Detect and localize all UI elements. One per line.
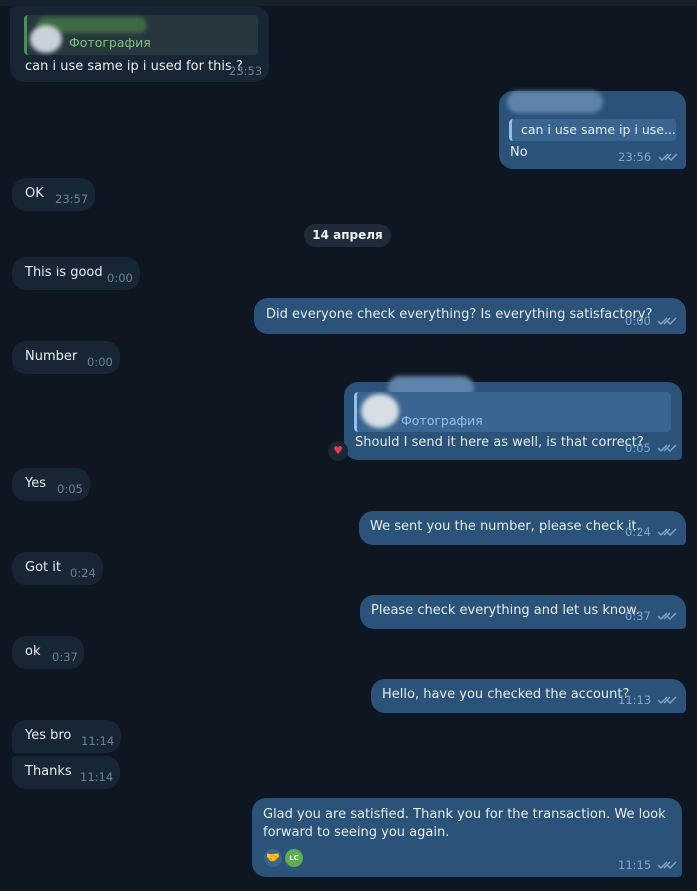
message-incoming[interactable]: Thanks 11:14 (12, 756, 120, 789)
message-outgoing[interactable]: We sent you the number, please check it.… (359, 511, 686, 545)
message-time: 0:37 (52, 650, 78, 664)
message-incoming[interactable]: Фотография can i use same ip i used for … (10, 6, 269, 82)
read-checkmarks-icon (657, 612, 677, 620)
message-time: 11:15 (618, 858, 652, 872)
message-outgoing[interactable]: Фотография Should I send it here as well… (344, 376, 682, 460)
message-text: Hello, have you checked the account? (382, 687, 630, 702)
message-text: Got it (25, 560, 61, 575)
message-outgoing[interactable]: Hello, have you checked the account? 11:… (371, 679, 686, 713)
message-text: can i use same ip i used for this ? (25, 59, 243, 74)
read-checkmarks-icon (657, 696, 677, 704)
message-time: 0:05 (57, 482, 83, 496)
message-time: 0:05 (625, 441, 651, 455)
message-text: Yes (25, 476, 46, 491)
message-text: We sent you the number, please check it. (370, 519, 641, 534)
message-text: Did everyone check everything? Is everyt… (266, 307, 653, 322)
read-checkmarks-icon (657, 528, 677, 536)
message-text: ok (25, 644, 41, 659)
photo-thumbnail (361, 394, 399, 428)
heart-reaction-icon[interactable]: ♥ (328, 441, 348, 461)
reply-preview[interactable]: can i use same ip i use... (509, 119, 676, 141)
message-time: 23:56 (618, 150, 652, 164)
reply-label: Фотография (401, 413, 483, 428)
read-checkmarks-icon (658, 153, 678, 161)
message-text: No (510, 145, 528, 160)
message-outgoing[interactable]: Glad you are satisfied. Thank you for th… (252, 798, 682, 877)
reply-preview[interactable]: Фотография (24, 15, 258, 55)
message-incoming[interactable]: This is good 0:00 (12, 257, 140, 290)
blurred-sender-name (507, 91, 603, 113)
date-separator: 14 апреля (304, 224, 391, 247)
message-text: Please check everything and let us know. (371, 603, 640, 618)
message-text: Thanks (25, 764, 72, 779)
read-checkmarks-icon (657, 861, 677, 869)
message-time: 11:14 (80, 770, 114, 784)
message-time: 0:00 (87, 355, 113, 369)
reply-text: can i use same ip i use... (521, 122, 676, 137)
reply-label: Фотография (69, 35, 151, 50)
message-text-line-1: Glad you are satisfied. Thank you for th… (263, 807, 666, 822)
message-time: 0:37 (625, 609, 651, 623)
message-text: Yes bro (25, 728, 72, 743)
message-incoming[interactable]: Got it 0:24 (12, 552, 103, 585)
message-time: 0:24 (70, 566, 96, 580)
message-incoming[interactable]: OK 23:57 (12, 178, 95, 211)
message-incoming[interactable]: Yes bro 11:14 (12, 720, 121, 753)
message-time: 11:13 (618, 693, 652, 707)
message-incoming[interactable]: ok 0:37 (12, 636, 84, 669)
photo-thumbnail (30, 25, 62, 53)
read-checkmarks-icon (657, 317, 677, 325)
message-time: 11:14 (81, 734, 115, 748)
message-time: 0:00 (625, 314, 651, 328)
message-text: Number (25, 349, 78, 364)
message-text: Should I send it here as well, is that c… (355, 435, 644, 450)
message-outgoing[interactable]: Did everyone check everything? Is everyt… (254, 298, 686, 334)
message-text: OK (25, 186, 44, 201)
message-time: 0:24 (625, 525, 651, 539)
message-time: 23:53 (229, 64, 263, 78)
message-text: This is good (25, 265, 103, 280)
reaction-avatar[interactable]: LC (285, 849, 303, 867)
handshake-reaction-icon[interactable]: 🤝 (264, 849, 282, 867)
message-text-line-2: forward to seeing you again. (263, 825, 450, 840)
message-outgoing[interactable]: can i use same ip i use... No 23:56 (499, 91, 686, 169)
message-incoming[interactable]: Number 0:00 (12, 341, 120, 374)
message-incoming[interactable]: Yes 0:05 (12, 468, 90, 501)
reply-preview[interactable]: Фотография (354, 392, 671, 432)
read-checkmarks-icon (657, 444, 677, 452)
message-time: 23:57 (55, 192, 89, 206)
message-time: 0:00 (107, 271, 133, 285)
message-outgoing[interactable]: Please check everything and let us know.… (360, 595, 686, 629)
